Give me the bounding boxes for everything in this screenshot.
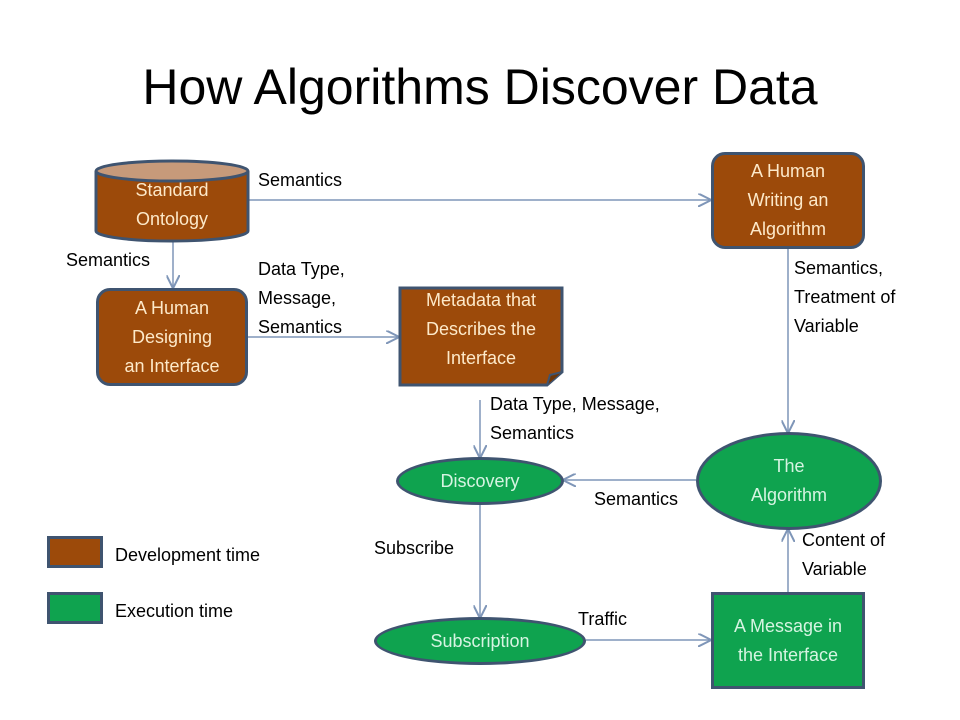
node-line: Ontology <box>135 209 209 229</box>
edge-label-writing-algorithm: Semantics, Treatment of Variable <box>794 258 896 336</box>
node-line: A Human <box>750 161 826 181</box>
legend-swatch-development <box>47 536 103 568</box>
node-line: Subscription <box>430 630 530 651</box>
edge-label-discovery-subscription: Subscribe <box>374 538 455 558</box>
edge-label-algorithm-discovery: Semantics <box>594 489 679 509</box>
edge-label-subscription-message: Traffic <box>578 609 628 629</box>
node-line: Writing an <box>747 190 829 210</box>
edge-label-ontology-writing: Semantics <box>258 170 343 190</box>
node-line: A Message in <box>733 615 843 636</box>
edge-label-message-algorithm: Content of Variable <box>802 530 886 579</box>
edge-label-designing-metadata: Data Type, Message, Semantics <box>258 259 345 337</box>
node-line: The <box>773 456 805 476</box>
node-line: Algorithm <box>750 485 828 505</box>
node-line: Interface <box>445 348 517 368</box>
node-line: A Human <box>134 297 210 318</box>
node-human-writing[interactable]: A Human Writing an Algorithm <box>711 152 865 249</box>
node-the-algorithm[interactable]: The Algorithm <box>696 432 882 530</box>
node-line: the Interface <box>737 644 839 665</box>
legend-label-execution: Execution time <box>115 601 234 621</box>
node-discovery[interactable]: Discovery <box>396 457 564 505</box>
node-line: an Interface <box>124 355 220 376</box>
node-line: Metadata that <box>425 290 537 310</box>
node-message[interactable]: A Message in the Interface <box>711 592 865 689</box>
node-line: Standard <box>135 180 209 200</box>
legend-label-development: Development time <box>115 545 261 565</box>
node-metadata: Metadata that Describes the Interface <box>400 286 562 382</box>
node-line: Discovery <box>440 470 520 491</box>
node-line: Describes the <box>425 319 537 339</box>
edge-label-metadata-discovery: Data Type, Message, Semantics <box>490 394 660 443</box>
node-line: Algorithm <box>749 219 826 239</box>
node-standard-ontology: Standard Ontology <box>96 174 248 236</box>
node-human-designing[interactable]: A Human Designing an Interface <box>96 288 248 386</box>
edge-label-ontology-designing: Semantics <box>66 250 151 270</box>
node-line: Designing <box>131 326 213 347</box>
legend-swatch-execution <box>47 592 103 624</box>
node-subscription[interactable]: Subscription <box>374 617 586 665</box>
